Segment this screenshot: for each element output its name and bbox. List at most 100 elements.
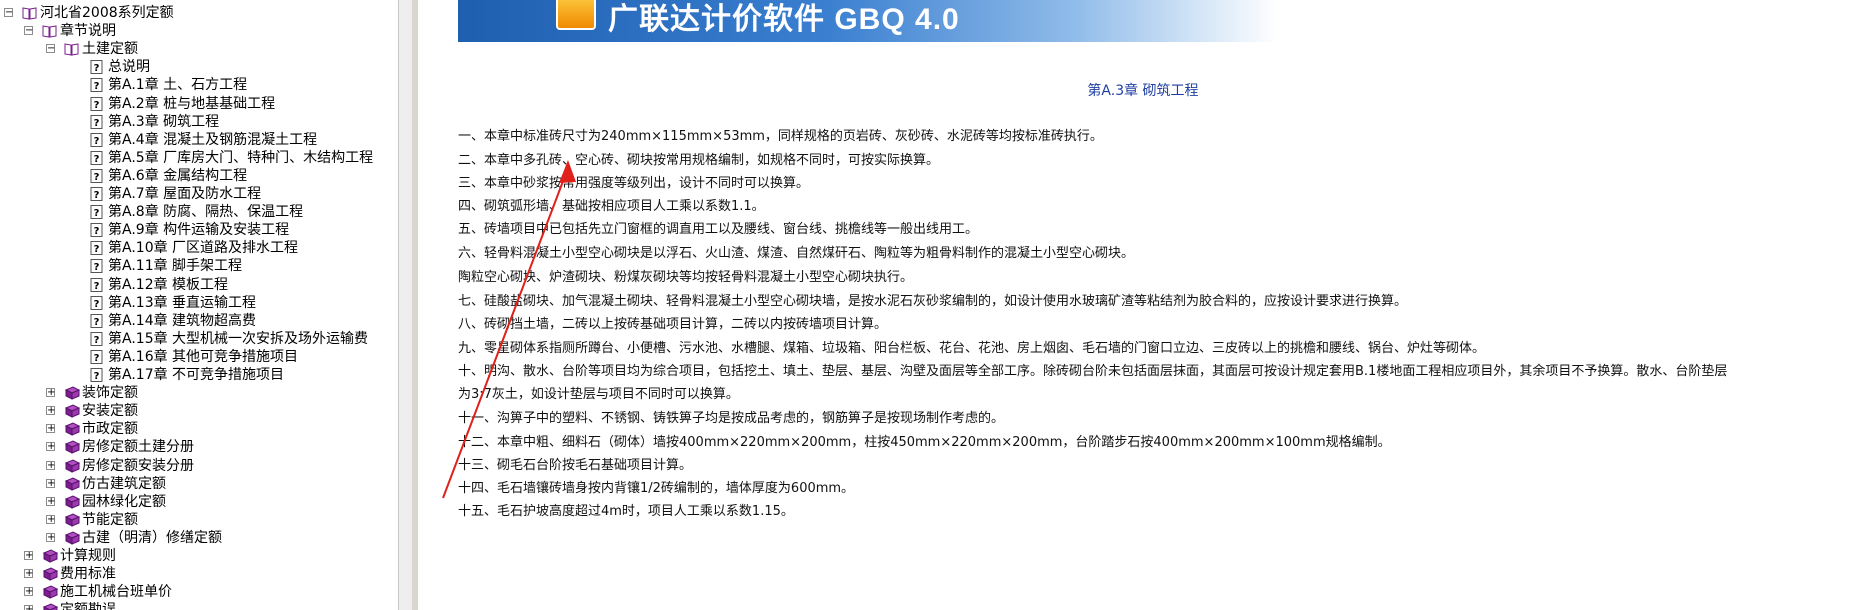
tree-item[interactable]: ? 第A.17章 不可竞争措施项目 [0,366,398,384]
svg-text:?: ? [94,317,100,328]
annotation-arrow [442,160,576,499]
collapse-icon[interactable]: − [24,26,33,36]
chapter-tree[interactable]: − 河北省2008系列定额 − 章节说明 − 土建定额? 总说明? 第A.1章 土、石方工程?… [0,0,399,610]
tree-item-label: 古建（明清）修缮定额 [82,529,222,546]
tree-item-label: 计算规则 [60,548,116,564]
tree-item[interactable]: + 园林绿化定额 [0,493,398,511]
svg-text:?: ? [94,136,100,147]
help-page-icon: ? [90,78,104,93]
svg-text:?: ? [94,371,100,382]
tree-item-label: 土建定额 [82,41,138,58]
content-pane: 广联达计价软件 GBQ 4.0 第A.3章 砌筑工程 一、本章中标准砖尺寸为24… [418,0,1869,610]
tree-item[interactable]: ? 总说明 [0,58,398,76]
book-closed-icon [64,458,81,473]
tree-item[interactable]: ? 第A.3章 砌筑工程 [0,113,398,131]
help-page-icon: ? [90,331,104,346]
help-page-icon: ? [90,150,104,165]
help-page-icon: ? [90,114,104,129]
svg-text:?: ? [94,208,100,219]
help-page-icon: ? [90,168,104,183]
svg-text:?: ? [94,262,100,273]
tree-item[interactable]: ? 第A.6章 金属结构工程 [0,167,398,185]
tree-item-label: 第A.17章 不可竞争措施项目 [108,367,285,383]
tree-item-label: 定额勘误 [60,601,116,610]
tree-item[interactable]: ? 第A.7章 屋面及防水工程 [0,185,398,203]
collapse-icon[interactable]: − [46,44,55,54]
tree-item-label: 节能定额 [82,511,138,528]
expand-icon[interactable]: + [46,532,55,542]
svg-text:?: ? [94,81,100,92]
expand-icon[interactable]: + [46,424,55,434]
tree-item[interactable]: − 章节说明 [0,22,398,40]
svg-text:?: ? [94,154,100,165]
tree-item[interactable]: ? 第A.10章 厂区道路及排水工程 [0,239,398,257]
tree-item[interactable]: + 定额勘误 [0,601,398,610]
svg-text:?: ? [94,226,100,237]
tree-item[interactable]: + 仿古建筑定额 [0,475,398,493]
help-page-icon: ? [90,187,104,201]
tree-item[interactable]: ? 第A.8章 防腐、隔热、保温工程 [0,203,398,221]
tree-item-label: 第A.14章 建筑物超高费 [108,312,257,329]
expand-icon[interactable]: + [46,460,55,470]
svg-text:?: ? [94,244,100,255]
expand-icon[interactable]: + [24,605,33,610]
tree-item[interactable]: ? 第A.4章 混凝土及钢筋混凝土工程 [0,131,398,149]
tree-item[interactable]: + 施工机械台班单价 [0,583,398,601]
expand-icon[interactable]: + [46,478,55,488]
tree-item-label: 第A.5章 厂库房大门、特种门、木结构工程 [108,149,374,166]
tree-item-label: 房修定额安装分册 [82,457,194,474]
expand-icon[interactable]: + [24,551,33,561]
tree-item[interactable]: ? 第A.16章 其他可竞争措施项目 [0,348,398,366]
expand-icon[interactable]: + [46,406,55,416]
help-page-icon: ? [90,295,104,310]
tree-item-label: 市政定额 [82,421,138,438]
tree-item[interactable]: + 房修定额安装分册 [0,457,398,475]
expand-icon[interactable]: + [46,388,55,398]
expand-icon[interactable]: + [24,587,33,597]
help-page-icon: ? [90,205,104,220]
tree-item[interactable]: ? 第A.2章 桩与地基基础工程 [0,95,398,113]
collapse-icon[interactable]: − [4,8,13,18]
tree-item[interactable]: + 市政定额 [0,420,398,438]
tree-item[interactable]: + 费用标准 [0,565,398,583]
help-page-icon: ? [90,259,104,274]
tree-scrollbar[interactable] [398,0,413,610]
tree-item[interactable]: + 节能定额 [0,511,398,529]
arrow-head [559,160,576,183]
tree-item[interactable]: ? 第A.1章 土、石方工程 [0,76,398,94]
tree-item[interactable]: + 安装定额 [0,402,398,420]
tree-item-label: 第A.15章 大型机械一次安拆及场外运输费 [108,330,369,347]
tree-item[interactable]: ? 第A.15章 大型机械一次安拆及场外运输费 [0,330,398,348]
tree-item[interactable]: ? 第A.12章 模板工程 [0,276,398,294]
tree-item[interactable]: + 计算规则 [0,547,398,565]
help-page-icon: ? [90,313,104,328]
help-page-icon: ? [90,277,104,292]
tree-item-label: 第A.8章 防腐、隔热、保温工程 [108,204,304,221]
tree-item[interactable]: + 装饰定额 [0,384,398,402]
expand-icon[interactable]: + [46,442,55,452]
tree-item[interactable]: + 房修定额土建分册 [0,438,398,456]
tree-item[interactable]: − 土建定额 [0,40,398,58]
tree-item[interactable]: + 古建（明清）修缮定额 [0,529,398,547]
expand-icon[interactable]: + [46,514,55,524]
svg-text:?: ? [94,63,100,74]
expand-icon[interactable]: + [46,496,55,506]
tree-item-label: 第A.4章 混凝土及钢筋混凝土工程 [108,131,318,148]
expand-icon[interactable]: + [24,569,33,579]
tree-item-label: 第A.11章 脚手架工程 [108,258,243,275]
svg-text:?: ? [94,172,100,183]
book-closed-icon [64,422,81,437]
tree-item[interactable]: ? 第A.9章 构件运输及安装工程 [0,221,398,239]
book-closed-icon [64,477,81,491]
help-page-icon: ? [90,241,104,256]
book-closed-icon [42,567,59,581]
book-closed-icon [64,404,81,418]
svg-text:?: ? [94,190,100,201]
tree-item[interactable]: ? 第A.13章 垂直运输工程 [0,294,398,312]
tree-item[interactable]: ? 第A.11章 脚手架工程 [0,257,398,275]
tree-item[interactable]: − 河北省2008系列定额 [0,4,398,22]
tree-item[interactable]: ? 第A.14章 建筑物超高费 [0,312,398,330]
svg-text:?: ? [94,299,100,310]
tree-item-label: 园林绿化定额 [82,493,166,510]
tree-item[interactable]: ? 第A.5章 厂库房大门、特种门、木结构工程 [0,149,398,167]
